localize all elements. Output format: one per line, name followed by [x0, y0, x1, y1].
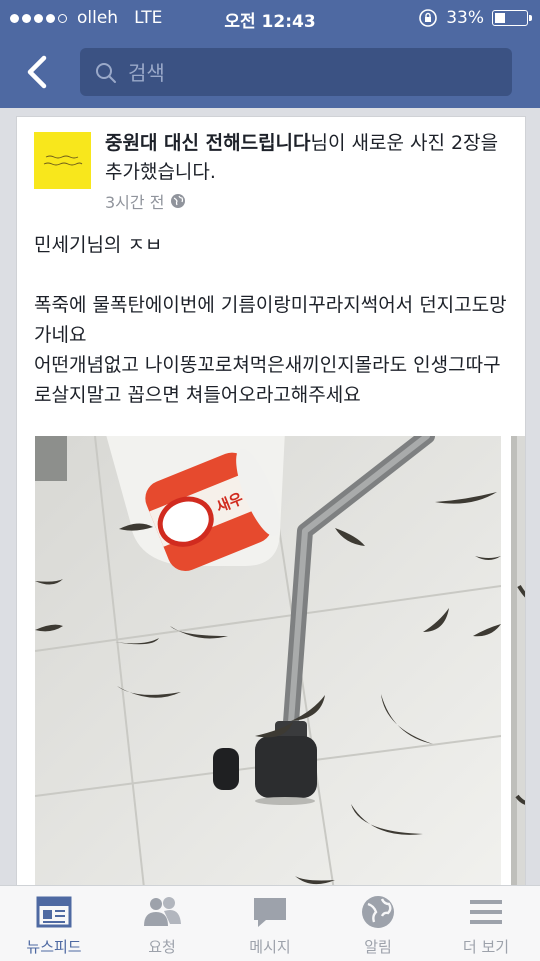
tab-messages[interactable]: 메시지: [216, 886, 324, 961]
post-text-paragraph: 어떤개념없고 나이똥꼬로쳐먹은새끼인지몰라도 인생그따구로살지말고 꼽으면 쳐들…: [34, 354, 501, 406]
search-input[interactable]: [126, 56, 500, 90]
photo-loaches-on-floor: 새우: [35, 436, 501, 897]
friend-requests-icon: [144, 897, 181, 926]
photo-second-thumbnail: [511, 436, 525, 897]
search-bar[interactable]: [80, 48, 512, 96]
post-photo-second[interactable]: [511, 436, 525, 897]
chevron-left-icon: [27, 55, 47, 89]
post-header: 중원대 대신 전해드립니다님이 새로운 사진 2장을 추가했습니다.: [105, 129, 515, 187]
post-text-line: 민세기님의 ㅈㅂ: [34, 234, 163, 256]
tab-label: 알림: [364, 938, 392, 956]
post-card: 중원대 대신 전해드립니다님이 새로운 사진 2장을 추가했습니다. 3시간 전…: [16, 116, 526, 898]
search-icon: [96, 63, 116, 83]
tab-label: 뉴스피드: [26, 938, 82, 956]
tab-requests[interactable]: 요청: [108, 886, 216, 961]
back-button[interactable]: [20, 50, 60, 94]
status-bar: olleh LTE 오전 12:43 33%: [0, 0, 540, 38]
post-body: 민세기님의 ㅈㅂ 폭죽에 물폭탄에이번에 기름이랑미꾸라지썩어서 던지고도망가네…: [34, 230, 514, 410]
page-name-link[interactable]: 중원대 대신 전해드립니다: [105, 132, 311, 154]
status-right: 33%: [418, 8, 532, 28]
page-logo-image: [43, 155, 83, 166]
more-menu-icon: [470, 900, 502, 924]
tab-label: 요청: [148, 938, 176, 956]
battery-icon: [492, 10, 532, 26]
notifications-globe-icon: [362, 896, 394, 928]
page-avatar[interactable]: [34, 132, 91, 189]
tab-more[interactable]: 더 보기: [432, 886, 540, 961]
post-meta: 3시간 전: [105, 189, 186, 213]
tab-bar: 뉴스피드 요청 메시지 알림 더 보기: [0, 885, 540, 961]
post-timestamp[interactable]: 3시간 전: [105, 189, 164, 213]
post-text-paragraph: 폭죽에 물폭탄에이번에 기름이랑미꾸라지썩어서 던지고도망가네요: [34, 294, 507, 346]
tab-label: 더 보기: [462, 938, 510, 956]
battery-percent: 33%: [446, 8, 484, 28]
rotation-lock-icon: [419, 9, 438, 27]
public-globe-icon: [171, 194, 186, 208]
messages-icon: [254, 898, 286, 927]
news-feed-icon: [36, 896, 72, 928]
tab-news-feed[interactable]: 뉴스피드: [0, 886, 108, 961]
tab-label: 메시지: [249, 938, 291, 956]
post-photo[interactable]: 새우: [35, 436, 501, 897]
tab-notifications[interactable]: 알림: [324, 886, 432, 961]
navigation-bar: [0, 38, 540, 108]
